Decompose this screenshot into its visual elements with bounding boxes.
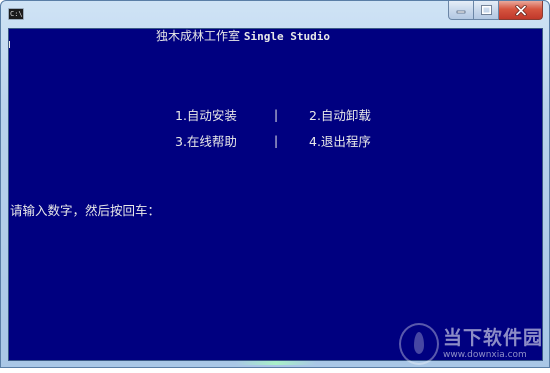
cursor-mark	[9, 41, 10, 48]
minimize-icon	[456, 10, 466, 14]
console-window: C:\ 独木成林工作室 Single Studio 1.自动安装 | 2.自动卸…	[0, 0, 550, 368]
console-app-icon[interactable]: C:\	[8, 8, 24, 20]
menu-separator: |	[274, 108, 279, 122]
input-prompt: 请输入数字，然后按回车：	[10, 203, 161, 218]
menu-item-help: 3.在线帮助	[175, 134, 237, 149]
menu-item-exit: 4.退出程序	[309, 134, 371, 149]
close-button[interactable]	[499, 1, 543, 20]
console-title-en: Single Studio	[243, 30, 330, 43]
maximize-icon	[480, 5, 492, 15]
console-title: 独木成林工作室 Single Studio	[156, 29, 330, 44]
title-bar[interactable]: C:\	[1, 1, 549, 29]
watermark-text: 当下软件园 www.downxia.com	[443, 327, 543, 361]
menu-item-uninstall: 2.自动卸载	[309, 108, 371, 123]
console-output[interactable]: 独木成林工作室 Single Studio 1.自动安装 | 2.自动卸载 3.…	[8, 28, 543, 365]
maximize-button[interactable]	[474, 1, 499, 20]
minimize-button[interactable]	[448, 1, 474, 20]
watermark: 当下软件园 www.downxia.com	[399, 315, 544, 373]
close-icon	[514, 4, 527, 16]
bottom-glow	[236, 361, 316, 365]
menu-separator: |	[274, 134, 279, 148]
watermark-url: www.downxia.com	[443, 350, 527, 360]
watermark-logo-icon	[399, 323, 439, 365]
watermark-name: 当下软件园	[443, 327, 544, 349]
caption-buttons	[448, 1, 543, 21]
console-title-cn: 独木成林工作室	[156, 29, 241, 43]
menu-item-install: 1.自动安装	[175, 108, 237, 123]
